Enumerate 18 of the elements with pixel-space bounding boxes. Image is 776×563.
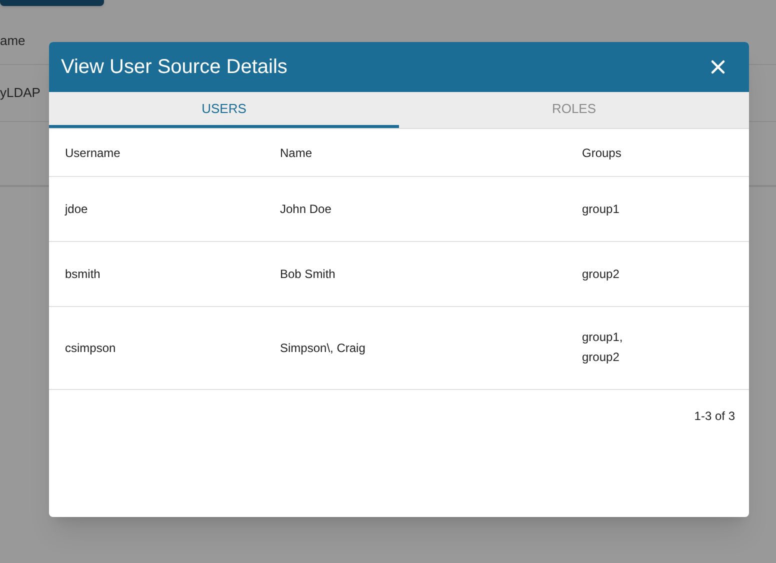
table-cell-text: group1, group2 xyxy=(582,329,624,366)
pagination-range: 1-3 of 3 xyxy=(694,408,735,425)
table-cell-text: bsmith xyxy=(65,266,100,283)
column-header: Name xyxy=(280,146,312,160)
table-cell-text: Bob Smith xyxy=(280,266,336,283)
tab[interactable]: USERS xyxy=(49,92,399,128)
table-cell-text: John Doe xyxy=(280,201,332,218)
column-header: Username xyxy=(65,146,120,160)
table-cell-text: jdoe xyxy=(65,201,88,218)
tab[interactable]: ROLES xyxy=(399,92,749,128)
table-cell-text: group2 xyxy=(582,266,620,283)
table-cell-text: csimpson xyxy=(65,340,116,357)
table-cell-text: yLDAP xyxy=(0,84,42,102)
table-cell-text: group1 xyxy=(582,201,620,218)
dialog-title: View User Source Details xyxy=(61,55,288,80)
column-header: ame xyxy=(0,32,26,50)
table-cell-text: Simpson\, Craig xyxy=(280,340,366,357)
column-header: Groups xyxy=(582,146,622,160)
